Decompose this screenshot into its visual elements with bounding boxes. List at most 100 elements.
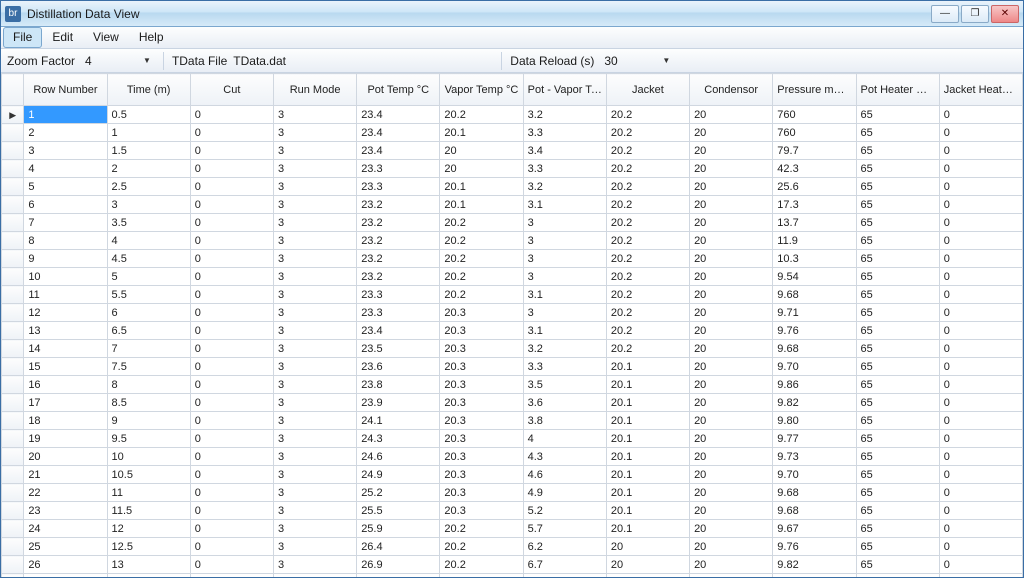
data-cell[interactable]: 20 xyxy=(690,520,773,538)
table-row[interactable]: 2512.50326.420.26.220209.76650 xyxy=(2,538,1023,556)
data-cell[interactable]: 6 xyxy=(24,196,107,214)
table-row[interactable]: 31.50323.4203.420.22079.7650 xyxy=(2,142,1023,160)
data-cell[interactable]: 0 xyxy=(190,250,273,268)
data-cell[interactable]: 20 xyxy=(690,196,773,214)
data-cell[interactable]: 5.2 xyxy=(523,502,606,520)
data-cell[interactable]: 1.5 xyxy=(107,142,190,160)
data-cell[interactable]: 3 xyxy=(273,574,356,578)
data-cell[interactable]: 20.3 xyxy=(440,412,523,430)
data-cell[interactable]: 20.1 xyxy=(440,178,523,196)
table-row[interactable]: 1680323.820.33.520.1209.86650 xyxy=(2,376,1023,394)
data-cell[interactable]: 20 xyxy=(690,124,773,142)
data-cell[interactable]: 20.3 xyxy=(440,466,523,484)
data-cell[interactable]: 5.5 xyxy=(107,286,190,304)
data-cell[interactable]: 20.2 xyxy=(606,340,689,358)
data-cell[interactable]: 65 xyxy=(856,196,939,214)
data-cell[interactable]: 9.73 xyxy=(773,448,856,466)
data-cell[interactable]: 65 xyxy=(856,538,939,556)
data-cell[interactable]: 20.2 xyxy=(440,268,523,286)
data-cell[interactable]: 14 xyxy=(24,340,107,358)
data-cell[interactable]: 20 xyxy=(690,538,773,556)
data-cell[interactable]: 0 xyxy=(190,484,273,502)
row-selector-cell[interactable] xyxy=(2,178,24,196)
data-cell[interactable]: 3.2 xyxy=(523,340,606,358)
data-cell[interactable]: 11 xyxy=(24,286,107,304)
data-cell[interactable]: 20 xyxy=(690,286,773,304)
table-row[interactable]: 2713.50327.420.27.220209.82650 xyxy=(2,574,1023,578)
data-cell[interactable]: 20.1 xyxy=(440,196,523,214)
data-cell[interactable]: 4.6 xyxy=(523,466,606,484)
row-selector-cell[interactable] xyxy=(2,124,24,142)
data-cell[interactable]: 0 xyxy=(190,520,273,538)
data-cell[interactable]: 65 xyxy=(856,556,939,574)
data-cell[interactable]: 20.1 xyxy=(606,520,689,538)
data-cell[interactable]: 1 xyxy=(24,106,107,124)
data-cell[interactable]: 20.1 xyxy=(606,484,689,502)
data-cell[interactable]: 0 xyxy=(939,178,1022,196)
minimize-button[interactable]: — xyxy=(931,5,959,23)
data-cell[interactable]: 3 xyxy=(523,304,606,322)
data-cell[interactable]: 65 xyxy=(856,520,939,538)
table-row[interactable]: 210323.420.13.320.220760650 xyxy=(2,124,1023,142)
data-cell[interactable]: 20 xyxy=(690,556,773,574)
data-cell[interactable]: 9.70 xyxy=(773,466,856,484)
data-cell[interactable]: 9.86 xyxy=(773,376,856,394)
data-cell[interactable]: 18 xyxy=(24,412,107,430)
data-cell[interactable]: 20.3 xyxy=(440,322,523,340)
data-cell[interactable]: 0 xyxy=(190,538,273,556)
data-cell[interactable]: 65 xyxy=(856,178,939,196)
data-cell[interactable]: 20.2 xyxy=(606,268,689,286)
data-cell[interactable]: 20 xyxy=(690,304,773,322)
data-cell[interactable]: 65 xyxy=(856,124,939,142)
table-row[interactable]: 1050323.220.2320.2209.54650 xyxy=(2,268,1023,286)
data-cell[interactable]: 20 xyxy=(690,484,773,502)
data-cell[interactable]: 0 xyxy=(190,448,273,466)
data-cell[interactable]: 2 xyxy=(24,124,107,142)
data-cell[interactable]: 65 xyxy=(856,304,939,322)
data-cell[interactable]: 20.2 xyxy=(440,250,523,268)
data-cell[interactable]: 3.3 xyxy=(523,124,606,142)
data-cell[interactable]: 23 xyxy=(24,502,107,520)
table-row[interactable]: 1470323.520.33.220.2209.68650 xyxy=(2,340,1023,358)
data-cell[interactable]: 3 xyxy=(273,304,356,322)
data-cell[interactable]: 13.5 xyxy=(107,574,190,578)
zoom-factor-dropdown[interactable]: 4 ▼ xyxy=(81,54,155,68)
data-cell[interactable]: 17.3 xyxy=(773,196,856,214)
data-cell[interactable]: 23.3 xyxy=(357,160,440,178)
data-cell[interactable]: 0 xyxy=(939,340,1022,358)
data-cell[interactable]: 20.1 xyxy=(606,376,689,394)
data-cell[interactable]: 42.3 xyxy=(773,160,856,178)
data-cell[interactable]: 0 xyxy=(190,358,273,376)
data-cell[interactable]: 65 xyxy=(856,214,939,232)
data-cell[interactable]: 20.2 xyxy=(440,286,523,304)
table-row[interactable]: 1260323.320.3320.2209.71650 xyxy=(2,304,1023,322)
data-cell[interactable]: 3.1 xyxy=(523,196,606,214)
data-cell[interactable]: 20 xyxy=(690,466,773,484)
data-cell[interactable]: 20.3 xyxy=(440,394,523,412)
data-cell[interactable]: 9.76 xyxy=(773,322,856,340)
data-cell[interactable]: 0 xyxy=(939,394,1022,412)
data-cell[interactable]: 24.3 xyxy=(357,430,440,448)
data-cell[interactable]: 0 xyxy=(190,322,273,340)
data-cell[interactable]: 65 xyxy=(856,466,939,484)
data-cell[interactable]: 20 xyxy=(606,574,689,578)
data-cell[interactable]: 3 xyxy=(523,232,606,250)
data-cell[interactable]: 3 xyxy=(273,232,356,250)
data-cell[interactable]: 20.1 xyxy=(606,466,689,484)
data-cell[interactable]: 26 xyxy=(24,556,107,574)
row-selector-cell[interactable] xyxy=(2,574,24,578)
data-cell[interactable]: 20.1 xyxy=(606,412,689,430)
data-cell[interactable]: 0.5 xyxy=(107,106,190,124)
data-cell[interactable]: 20.1 xyxy=(606,502,689,520)
table-row[interactable]: 420323.3203.320.22042.3650 xyxy=(2,160,1023,178)
data-cell[interactable]: 65 xyxy=(856,160,939,178)
row-selector-cell[interactable] xyxy=(2,448,24,466)
data-cell[interactable]: 65 xyxy=(856,268,939,286)
data-cell[interactable]: 9.76 xyxy=(773,538,856,556)
data-cell[interactable]: 0 xyxy=(939,286,1022,304)
data-cell[interactable]: 9.70 xyxy=(773,358,856,376)
data-cell[interactable]: 3.2 xyxy=(523,178,606,196)
data-cell[interactable]: 13.7 xyxy=(773,214,856,232)
data-cell[interactable]: 3 xyxy=(273,538,356,556)
data-cell[interactable]: 0 xyxy=(939,106,1022,124)
